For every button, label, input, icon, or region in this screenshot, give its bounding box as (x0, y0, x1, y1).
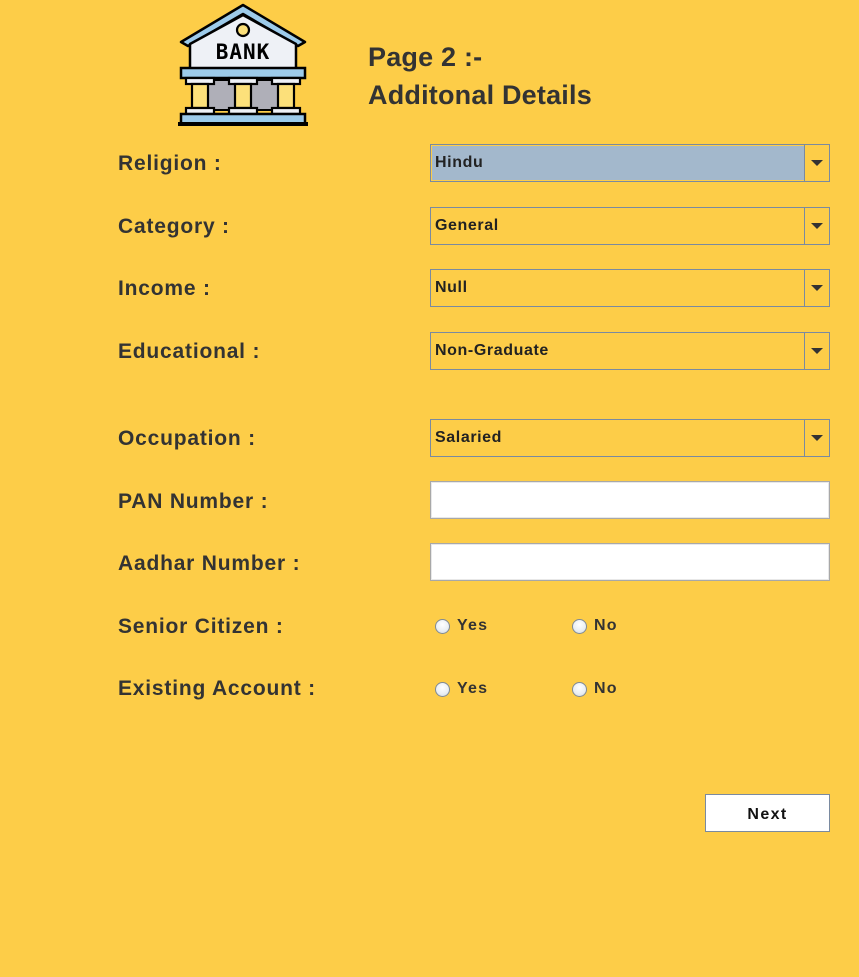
aadhar-number-label: Aadhar Number : (118, 552, 301, 575)
occupation-dropdown[interactable]: Salaried (430, 419, 830, 457)
income-label: Income : (118, 277, 211, 300)
radio-circle-icon[interactable] (435, 681, 450, 697)
occupation-label: Occupation : (118, 427, 256, 450)
category-value: General (435, 217, 499, 234)
radio-label: No (594, 617, 618, 634)
religion-value: Hindu (432, 146, 804, 180)
logo-text: BANK (215, 40, 271, 64)
pan-number-input[interactable] (430, 481, 830, 519)
page-title: Additonal Details (368, 80, 592, 110)
income-dropdown[interactable]: Null (430, 269, 830, 307)
radio-label: No (594, 680, 618, 697)
educational-dropdown[interactable]: Non-Graduate (430, 332, 830, 370)
radio-circle-icon[interactable] (435, 618, 450, 634)
aadhar-number-input[interactable] (430, 543, 830, 581)
page-number-title: Page 2 :- (368, 42, 483, 72)
bank-logo-icon: BANK (178, 2, 308, 128)
category-dropdown[interactable]: General (430, 207, 830, 245)
chevron-down-icon[interactable] (804, 145, 829, 181)
pan-number-label: PAN Number : (118, 490, 269, 513)
existing-account-label: Existing Account : (118, 677, 316, 700)
educational-value: Non-Graduate (435, 342, 549, 359)
existing-account-no-radio[interactable]: No (572, 680, 618, 698)
chevron-down-icon[interactable] (804, 333, 829, 369)
radio-label: Yes (457, 617, 489, 634)
educational-label: Educational : (118, 340, 261, 363)
senior-citizen-label: Senior Citizen : (118, 615, 284, 638)
income-value: Null (435, 279, 468, 296)
chevron-down-icon[interactable] (804, 420, 829, 456)
next-button[interactable]: Next (705, 794, 830, 832)
religion-label: Religion : (118, 152, 222, 175)
chevron-down-icon[interactable] (804, 208, 829, 244)
senior-citizen-no-radio[interactable]: No (572, 617, 618, 635)
radio-circle-icon[interactable] (572, 618, 587, 634)
category-label: Category : (118, 215, 230, 238)
existing-account-yes-radio[interactable]: Yes (435, 680, 488, 698)
religion-dropdown[interactable]: Hindu (430, 144, 830, 182)
chevron-down-icon[interactable] (804, 270, 829, 306)
radio-circle-icon[interactable] (572, 681, 587, 697)
occupation-value: Salaried (435, 429, 503, 446)
radio-label: Yes (457, 680, 489, 697)
senior-citizen-yes-radio[interactable]: Yes (435, 617, 488, 635)
